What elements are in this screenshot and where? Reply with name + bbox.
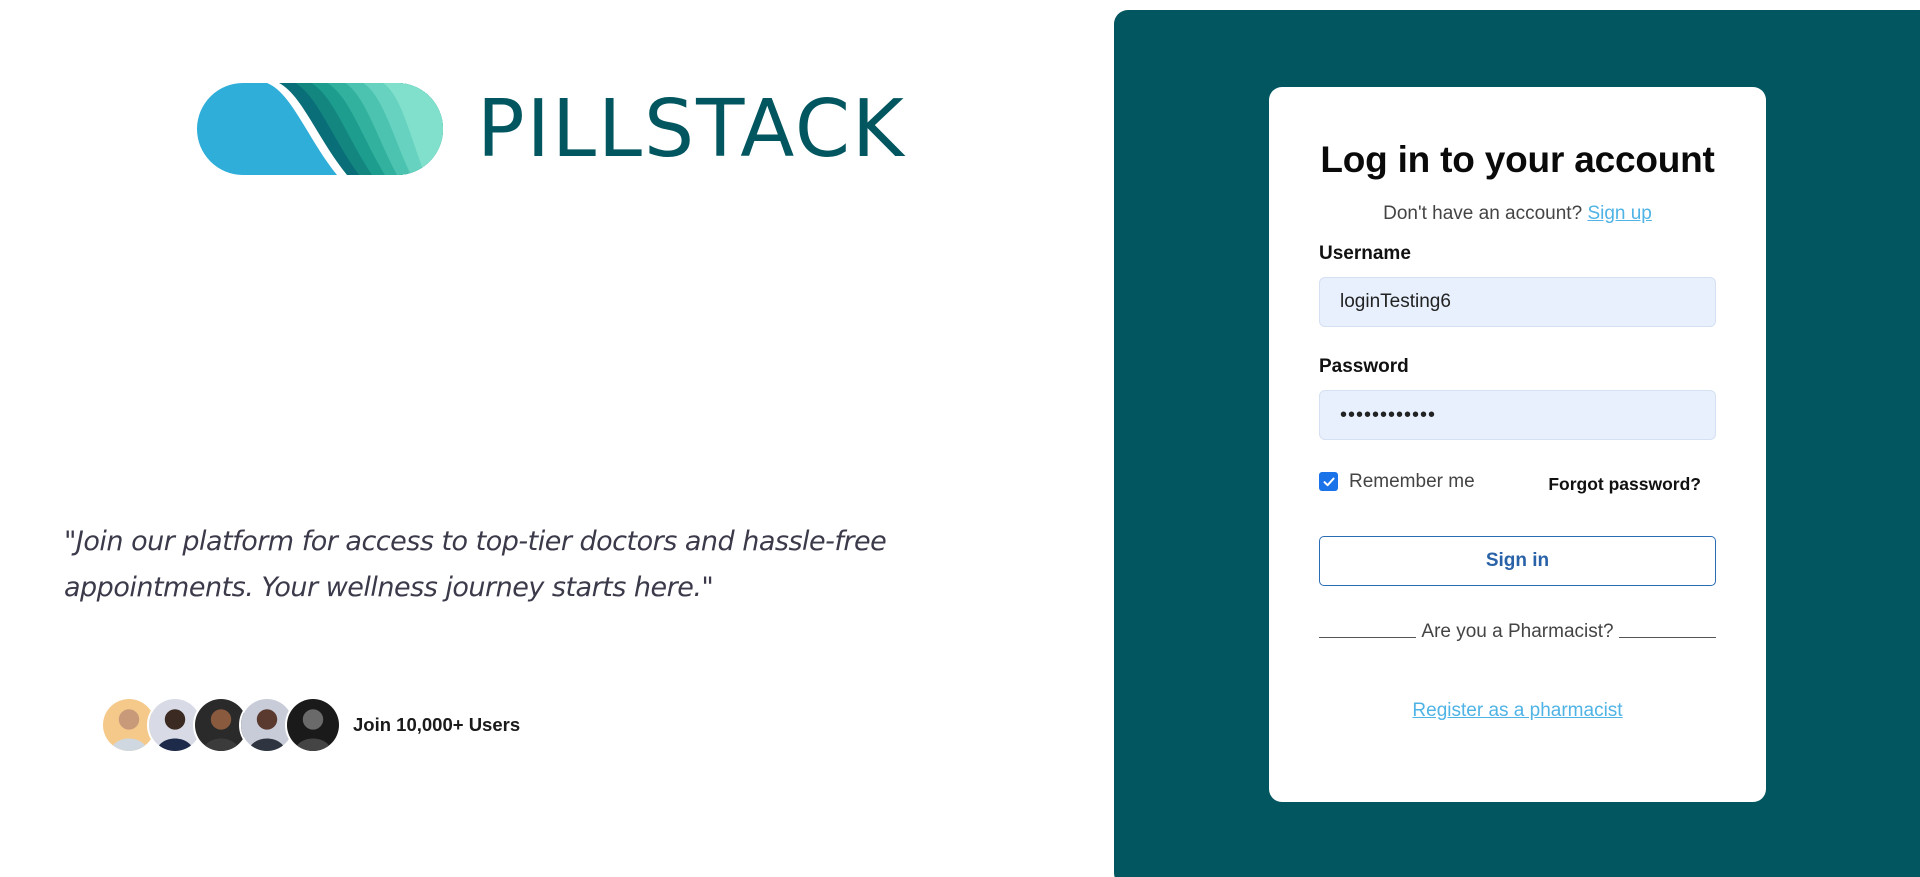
pill-stack-logo-icon [197, 83, 443, 175]
register-pharmacist-link[interactable]: Register as a pharmacist [1412, 700, 1622, 721]
brand-name: PILLSTACK [477, 83, 906, 175]
signup-prompt: Don't have an account? [1383, 203, 1583, 224]
divider-line [1618, 636, 1716, 638]
remember-me-label[interactable]: Remember me [1349, 471, 1475, 493]
register-row: Register as a pharmacist [1319, 700, 1716, 722]
password-label: Password [1319, 356, 1409, 377]
forgot-password-link[interactable]: Forgot password? [1548, 474, 1701, 495]
signup-link[interactable]: Sign up [1587, 203, 1651, 224]
signup-prompt-line: Don't have an account? Sign up [1319, 203, 1716, 225]
hero-quote: "Join our platform for access to top-tie… [64, 526, 887, 603]
login-card: Log in to your account Don't have an acc… [1269, 87, 1766, 802]
community-label: Join 10,000+ Users [353, 714, 521, 735]
community-strip: Join 10,000+ Users [101, 697, 520, 753]
checkbox-checked-icon[interactable] [1319, 472, 1338, 491]
sign-in-button[interactable]: Sign in [1319, 536, 1716, 586]
pharmacist-prompt: Are you a Pharmacist? [1421, 621, 1614, 642]
divider-line [1319, 636, 1416, 638]
remember-row: Remember me Forgot password? [1319, 468, 1716, 495]
avatar [285, 697, 341, 753]
login-title: Log in to your account [1320, 139, 1715, 180]
pharmacist-divider: Are you a Pharmacist? [1319, 621, 1716, 643]
username-label: Username [1319, 243, 1411, 264]
remember-me-checkbox[interactable]: Remember me [1319, 471, 1475, 493]
username-input[interactable] [1319, 277, 1716, 327]
password-input[interactable] [1319, 390, 1716, 440]
brand: PILLSTACK [197, 83, 906, 175]
